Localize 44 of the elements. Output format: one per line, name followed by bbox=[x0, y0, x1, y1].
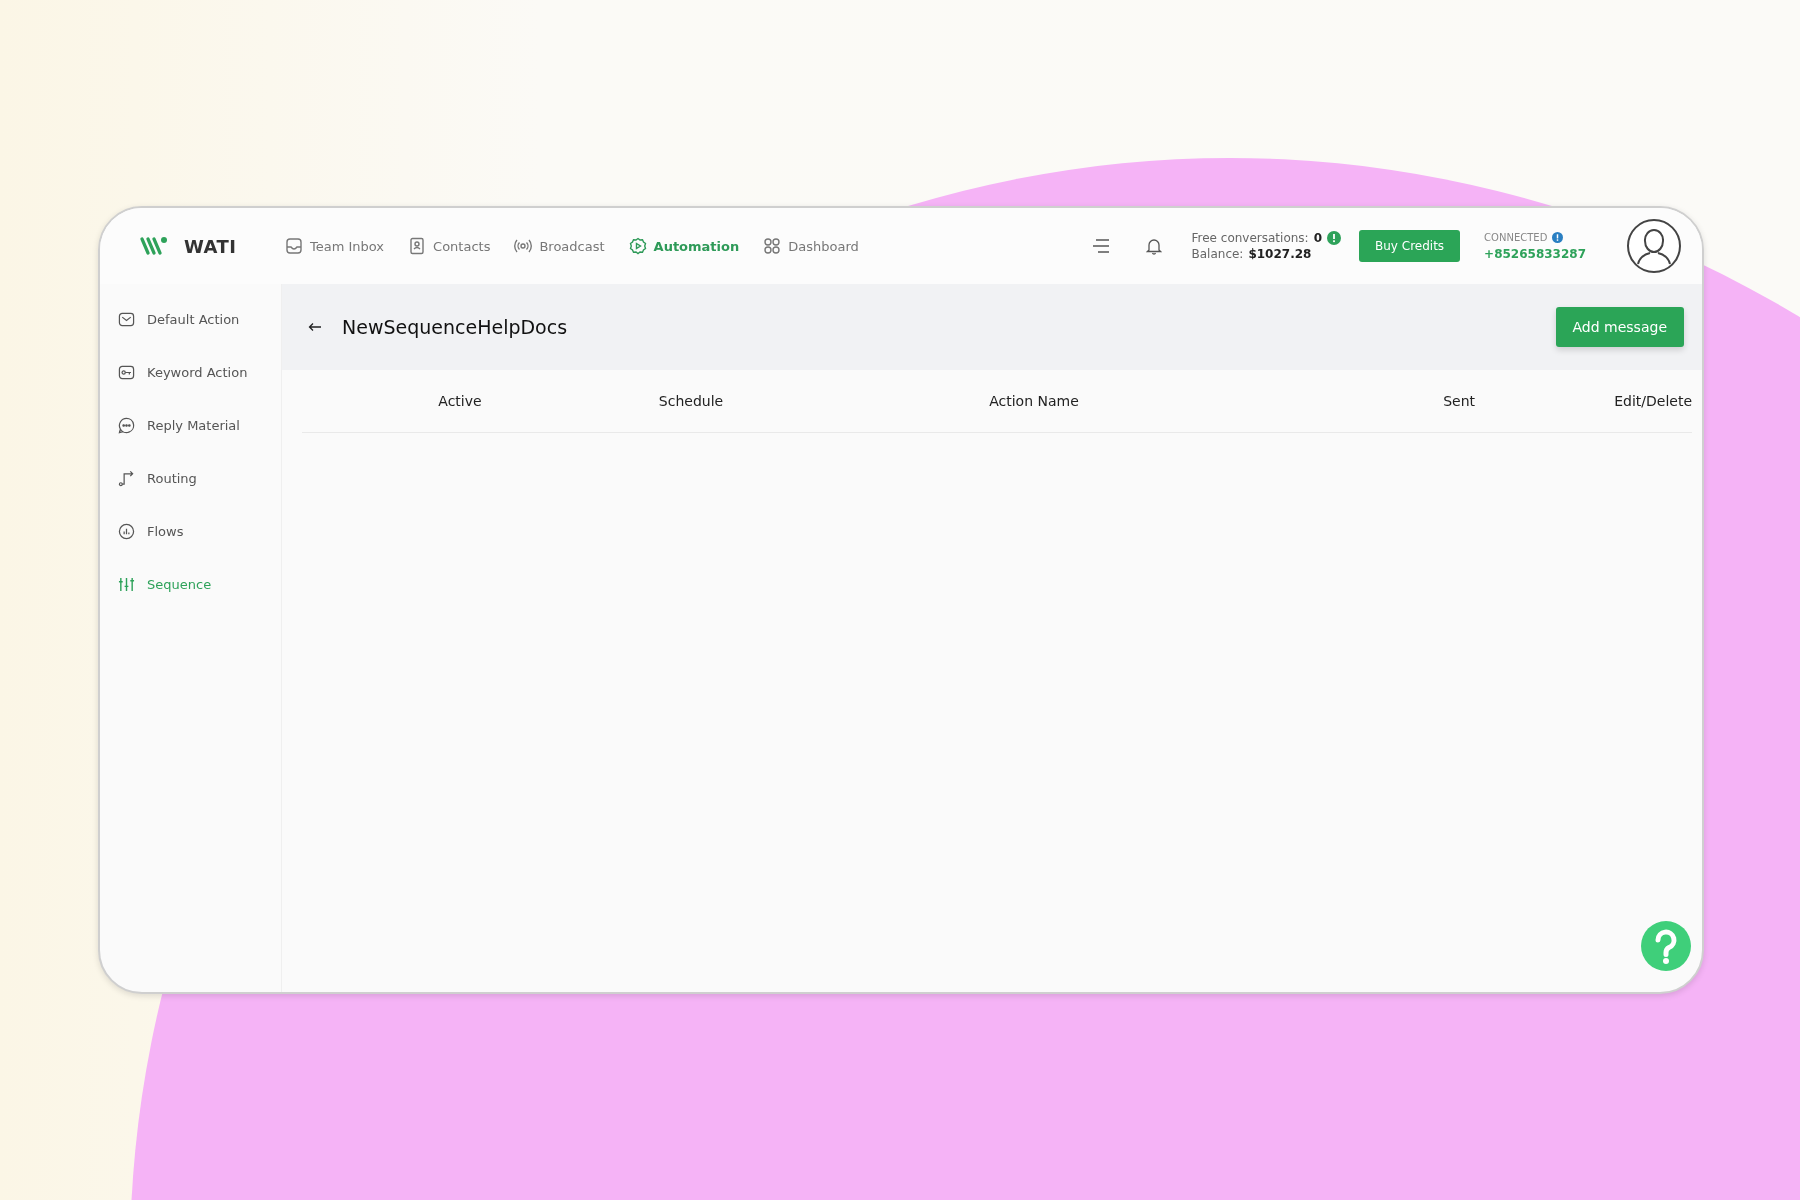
grid-icon bbox=[763, 237, 782, 255]
nav-tab[interactable]: Dashboard bbox=[763, 237, 859, 255]
brand-name: WATI bbox=[184, 235, 237, 257]
nav-tab[interactable]: Contacts bbox=[408, 237, 491, 255]
column-header: Active bbox=[438, 393, 482, 409]
chart-circle-icon bbox=[118, 523, 135, 540]
free-conversations-count: 0 bbox=[1313, 231, 1322, 245]
nav-tab[interactable]: Team Inbox bbox=[285, 237, 385, 255]
sidebar-item[interactable]: Routing bbox=[118, 470, 281, 487]
sidebar-item[interactable]: Default Action bbox=[118, 311, 281, 328]
column-header: Edit/Delete bbox=[1614, 393, 1692, 409]
balance-label: Balance: bbox=[1191, 247, 1244, 261]
column-header: Action Name bbox=[989, 393, 1079, 409]
menu-icon[interactable] bbox=[1091, 239, 1110, 253]
sidebar-item[interactable]: Flows bbox=[118, 523, 281, 540]
key-icon bbox=[118, 364, 135, 381]
user-avatar-icon[interactable] bbox=[1626, 218, 1682, 274]
notification-bell-icon[interactable] bbox=[1145, 237, 1162, 255]
sidebar-item[interactable]: Keyword Action bbox=[118, 364, 281, 381]
chat-bubble-icon bbox=[118, 417, 135, 434]
sliders-icon bbox=[118, 576, 135, 593]
buy-credits-button[interactable]: Buy Credits bbox=[1359, 230, 1461, 262]
contact-card-icon bbox=[408, 237, 427, 255]
column-header: Schedule bbox=[658, 393, 724, 409]
phone-number: +85265833287 bbox=[1484, 246, 1586, 261]
inbox-icon bbox=[285, 237, 303, 255]
sequence-title: NewSequenceHelpDocs bbox=[342, 316, 568, 338]
envelope-icon bbox=[118, 311, 135, 328]
nav-tab[interactable]: Broadcast bbox=[514, 237, 605, 255]
nav-tab[interactable]: Automation bbox=[628, 237, 740, 255]
info-icon[interactable] bbox=[1327, 231, 1341, 245]
free-conversations-label: Free conversations: bbox=[1191, 231, 1309, 245]
sidebar-item[interactable]: Sequence bbox=[118, 576, 281, 593]
balance-value: $1027.28 bbox=[1248, 247, 1312, 261]
connection-status: CONNECTED bbox=[1484, 231, 1548, 243]
back-arrow-icon[interactable] bbox=[308, 322, 322, 332]
add-message-button[interactable]: Add message bbox=[1555, 307, 1684, 347]
info-icon[interactable] bbox=[1552, 231, 1564, 243]
broadcast-icon bbox=[514, 237, 533, 255]
logo-icon bbox=[140, 236, 168, 256]
route-icon bbox=[118, 470, 135, 487]
gear-icon bbox=[628, 237, 647, 255]
column-header: Sent bbox=[1443, 393, 1475, 409]
sidebar-item[interactable]: Reply Material bbox=[118, 417, 281, 434]
